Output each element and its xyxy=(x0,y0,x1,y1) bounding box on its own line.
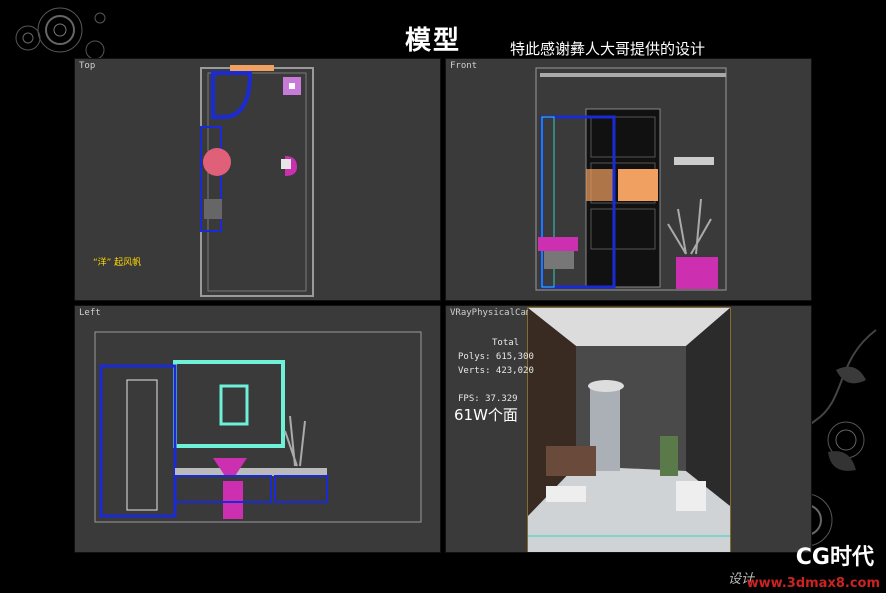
top-view-note: “洋” 起风帆 xyxy=(93,258,142,268)
viewport-camera[interactable]: VRayPhysicalCamera01 Total Polys: 615,30… xyxy=(445,305,812,553)
viewport-left[interactable]: Left xyxy=(74,305,441,553)
render-stats: Total Polys: 615,300 Verts: 423,020 FPS:… xyxy=(458,336,534,406)
page-title: 模型 xyxy=(405,26,462,56)
stats-polys: Polys: 615,300 xyxy=(458,352,534,362)
front-view-wireframe xyxy=(535,67,727,291)
viewport-front[interactable]: Front xyxy=(445,58,812,301)
left-view-wireframe xyxy=(94,331,422,523)
viewport-top[interactable]: Top “洋” 起风帆 xyxy=(74,58,441,301)
page-subtitle: 特此感谢彝人大哥提供的设计 xyxy=(510,40,706,58)
face-count-label: 61W个面 xyxy=(454,406,518,424)
site-watermark: www.3dmax8.com xyxy=(746,576,880,591)
brand-logo: CG时代 xyxy=(795,545,874,570)
stats-verts: Verts: 423,020 xyxy=(458,366,534,376)
stats-title: Total xyxy=(492,338,520,348)
